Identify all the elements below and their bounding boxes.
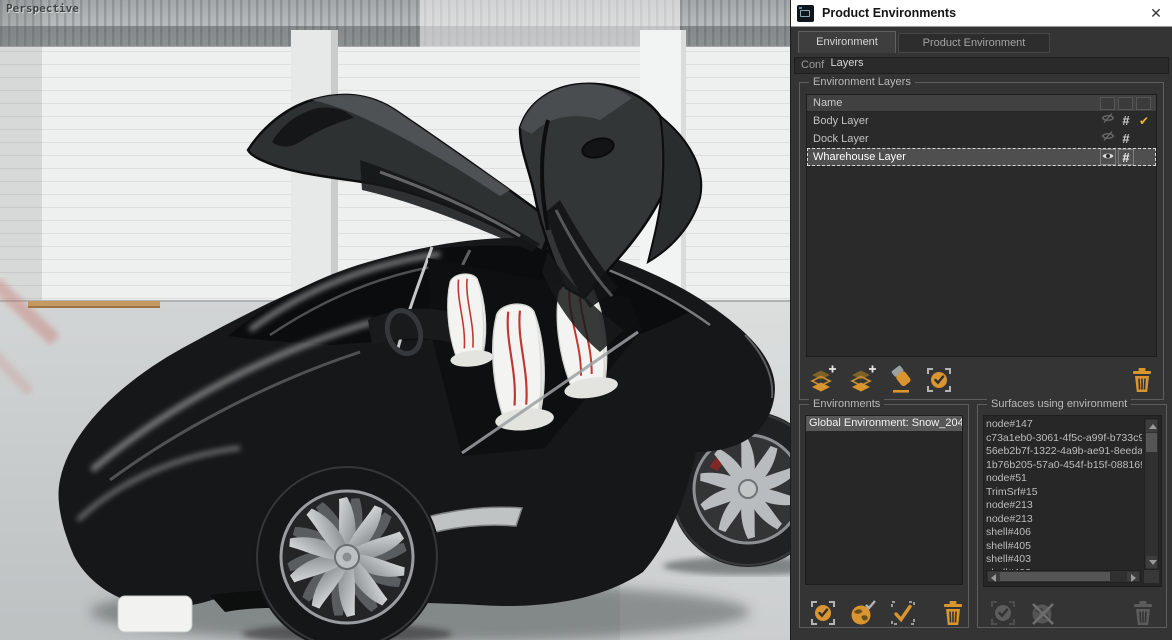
delete-surface-trash-disabled-icon[interactable] [1130, 597, 1160, 629]
active-check-empty[interactable] [1136, 130, 1152, 148]
scroll-right-icon[interactable] [1127, 572, 1139, 581]
surface-list-item[interactable]: shell#403 [986, 553, 1142, 567]
surface-list-item[interactable]: node#213 [986, 513, 1142, 527]
vertical-scroll-thumb[interactable] [1146, 433, 1157, 452]
delete-environment-trash-icon[interactable] [940, 597, 970, 629]
eye-off-icon[interactable] [1100, 112, 1116, 130]
front-plate [118, 596, 192, 632]
scroll-down-icon[interactable] [1146, 556, 1157, 568]
surface-list-item[interactable]: node#51 [986, 472, 1142, 486]
surfaces-rows: node#147 c73a1eb0-3061-4f5c-a99f-b733c92… [986, 418, 1142, 570]
surface-list-item[interactable]: c73a1eb0-3061-4f5c-a99f-b733c922 [986, 432, 1142, 446]
globe-cross-disabled-icon[interactable] [1028, 597, 1058, 629]
viewport-title[interactable]: Perspective [6, 2, 79, 15]
surfaces-list[interactable]: node#147 c73a1eb0-3061-4f5c-a99f-b733c92… [983, 415, 1162, 587]
surface-list-item[interactable]: shell#406 [986, 526, 1142, 540]
surface-list-item[interactable]: 56eb2b7f-1322-4a9b-ae91-8eeda49 [986, 445, 1142, 459]
layer-name: Dock Layer [813, 130, 869, 148]
globe-check-icon[interactable] [848, 597, 878, 629]
environment-layers-group-label: Environment Layers [809, 76, 915, 88]
scroll-up-icon[interactable] [1146, 420, 1157, 432]
environments-list[interactable]: Global Environment: Snow_2048 [805, 415, 963, 585]
marker-column-header[interactable] [1118, 97, 1133, 110]
scroll-left-icon[interactable] [988, 572, 1000, 581]
select-marked-disabled-button[interactable] [988, 597, 1018, 629]
rendered-scene [0, 0, 790, 640]
surface-list-item[interactable]: 1b76b205-57a0-454f-b15f-088169e [986, 459, 1142, 473]
tab-environment-layers[interactable]: Environment Layers [798, 31, 896, 53]
table-row-body-layer[interactable]: Body Layer # ✔ [807, 112, 1156, 130]
surfaces-group: Surfaces using environment node#147 c73a… [977, 404, 1167, 628]
layer-marker-icon[interactable]: # [1118, 112, 1134, 130]
layer-marker-icon[interactable]: # [1118, 149, 1134, 165]
table-header: Name [807, 95, 1156, 112]
surfaces-group-label: Surfaces using environment [987, 398, 1131, 410]
environment-layers-table[interactable]: Name Body Layer # ✔ Dock Layer [806, 94, 1157, 357]
surface-list-item[interactable]: TrimSrf#15 [986, 486, 1142, 500]
layer-name: Wharehouse Layer [813, 148, 906, 166]
add-layer-button[interactable] [808, 364, 838, 396]
panel-titlebar[interactable]: Product Environments ✕ [791, 0, 1172, 27]
product-environments-panel: Product Environments ✕ Environment Layer… [790, 0, 1172, 640]
active-column-header[interactable] [1136, 97, 1151, 110]
surface-list-item[interactable]: node#147 [986, 418, 1142, 432]
close-icon[interactable]: ✕ [1143, 0, 1169, 27]
environment-layers-group: Environment Layers Name Body Layer # ✔ [799, 82, 1164, 400]
layer-name: Body Layer [813, 112, 869, 130]
visibility-column-header[interactable] [1100, 97, 1115, 110]
surface-list-item[interactable]: shell#405 [986, 540, 1142, 554]
horizontal-scroll-thumb[interactable] [1000, 572, 1110, 581]
apply-check-button[interactable] [888, 597, 918, 629]
active-check-empty[interactable] [1136, 148, 1152, 166]
horizontal-scrollbar[interactable] [986, 570, 1141, 583]
environments-group: Environments Global Environment: Snow_20… [799, 404, 969, 628]
environment-list-item[interactable]: Global Environment: Snow_2048 [806, 416, 962, 431]
select-marked-button[interactable] [808, 597, 838, 629]
assign-environment-icon[interactable] [888, 364, 918, 396]
environments-group-label: Environments [809, 398, 884, 410]
application-window: Perspective [0, 0, 1172, 640]
add-child-layer-button[interactable] [848, 364, 878, 396]
name-column-header[interactable]: Name [813, 95, 842, 112]
delete-layer-trash-icon[interactable] [1129, 364, 1159, 396]
product-environments-icon [797, 5, 814, 22]
select-marked-button[interactable] [924, 364, 954, 396]
3d-viewport[interactable]: Perspective [0, 0, 790, 640]
panel-title: Product Environments [822, 0, 956, 27]
scrollbar-corner [1144, 570, 1159, 583]
layer-marker-icon[interactable]: # [1118, 130, 1134, 148]
tab-product-environment-properties[interactable]: Product Environment Properties [898, 33, 1050, 53]
table-row-wharehouse-layer[interactable]: Wharehouse Layer # [807, 148, 1156, 166]
table-row-dock-layer[interactable]: Dock Layer # [807, 130, 1156, 148]
active-check-icon[interactable]: ✔ [1136, 112, 1152, 130]
vertical-scrollbar[interactable] [1144, 418, 1159, 570]
surface-list-item[interactable]: node#213 [986, 499, 1142, 513]
eye-icon[interactable] [1100, 149, 1116, 165]
eye-off-icon[interactable] [1100, 130, 1116, 148]
